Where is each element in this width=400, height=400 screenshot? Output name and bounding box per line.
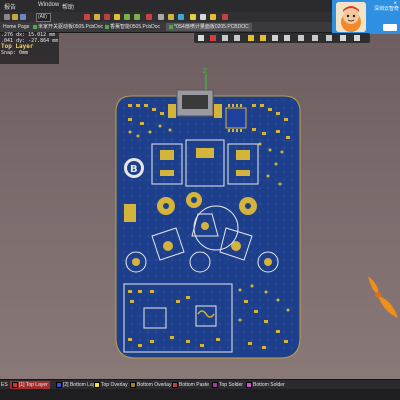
snap-readout: Snap: 0mm — [1, 50, 29, 56]
layer-tab-bottom-solder[interactable]: Bottom Solder — [246, 381, 285, 389]
pcb-file-icon — [105, 24, 109, 29]
layer-color-swatch — [212, 381, 218, 388]
text-icon[interactable] — [340, 35, 346, 41]
notification-popup[interactable]: 深圳云智奇 × — [332, 0, 400, 34]
pcb-file-icon — [33, 24, 37, 29]
layer-tab-top-solder[interactable]: Top Solder — [212, 381, 243, 389]
diff-pair-icon[interactable] — [260, 35, 266, 41]
align-icon[interactable] — [168, 14, 174, 20]
clear-icon[interactable] — [146, 14, 152, 20]
coordinate-readout: .276 dx: 15.012 mm .041 dy: -27.864 mm T… — [0, 32, 59, 64]
redo-icon[interactable] — [134, 14, 140, 20]
pad-icon[interactable] — [272, 35, 278, 41]
menu-reports[interactable]: 报告 — [4, 2, 16, 11]
axis-gizmo-icon: Z — [203, 68, 207, 92]
layer-tab-bottom-paste[interactable]: Bottom Paste — [172, 381, 209, 389]
pad — [168, 104, 176, 118]
tab-home-page[interactable]: Home Page — [0, 23, 32, 31]
arc-icon[interactable] — [326, 35, 332, 41]
capacitor[interactable]: B — [124, 158, 144, 178]
route-icon[interactable] — [94, 14, 100, 20]
cursor-icon — [368, 276, 398, 318]
dimension-icon[interactable] — [354, 35, 360, 41]
rect-select-icon[interactable] — [222, 35, 228, 41]
ic-top-right[interactable] — [225, 104, 247, 132]
layer-tab-top-overlay[interactable]: Top Overlay — [94, 381, 128, 389]
move-icon[interactable] — [114, 14, 120, 20]
wire-icon[interactable] — [210, 14, 216, 20]
stop-icon[interactable] — [222, 14, 228, 20]
layer-color-swatch — [172, 381, 178, 388]
status-bar — [0, 389, 400, 400]
menu-window[interactable]: Window — [38, 2, 59, 8]
menu-help[interactable]: 帮助 — [62, 2, 74, 11]
usb-port — [182, 95, 208, 109]
cartoon-avatar-icon — [336, 2, 366, 32]
zoom-icon[interactable] — [84, 14, 90, 20]
layer-icon[interactable] — [200, 14, 206, 20]
grid-icon[interactable] — [178, 14, 184, 20]
pcb-file-icon — [169, 24, 173, 29]
filter-combo[interactable]: (All) — [36, 13, 51, 22]
layer-tab-top-layer[interactable]: [1] Top Layer — [10, 381, 50, 389]
tab-meter-panel[interactable]: *0S4扇喷计量面板0205.PCBDOC — [166, 23, 252, 31]
notification-action-button[interactable] — [383, 24, 397, 31]
layer-color-swatch — [246, 381, 252, 388]
new-icon[interactable] — [4, 14, 10, 20]
drc-icon[interactable] — [158, 14, 164, 20]
layer-color-swatch — [12, 381, 18, 388]
tab-aroma-board[interactable]: 香薰智能0505.PcbDoc — [102, 23, 163, 31]
via-icon[interactable] — [284, 35, 290, 41]
add-icon[interactable] — [210, 35, 216, 41]
highlight-icon[interactable] — [190, 14, 196, 20]
layer-tab-bottom-overlay[interactable]: Bottom Overlay — [130, 381, 171, 389]
layer-color-swatch — [130, 381, 136, 388]
align-tool-icon[interactable] — [234, 35, 240, 41]
polygon-icon[interactable] — [298, 35, 304, 41]
open-folder-icon[interactable] — [12, 14, 18, 20]
pad — [214, 104, 222, 118]
close-icon[interactable]: × — [393, 1, 397, 7]
route-tool-icon[interactable] — [248, 35, 254, 41]
undo-icon[interactable] — [124, 14, 130, 20]
cross-select-icon[interactable] — [104, 14, 110, 20]
layer-color-swatch — [56, 381, 62, 388]
keepout-icon[interactable] — [312, 35, 318, 41]
filter-icon[interactable] — [198, 35, 204, 41]
pcb-canvas[interactable]: Z B — [0, 64, 400, 379]
tab-switch-board[interactable]: 米家开关驱动板0505.PcbDoc — [30, 23, 106, 31]
layer-tab-es[interactable]: ES — [1, 381, 8, 389]
save-icon[interactable] — [20, 14, 26, 20]
svg-text:Z: Z — [203, 68, 207, 75]
layer-color-swatch — [94, 381, 100, 388]
svg-text:B: B — [130, 164, 138, 175]
avatar — [336, 2, 366, 32]
